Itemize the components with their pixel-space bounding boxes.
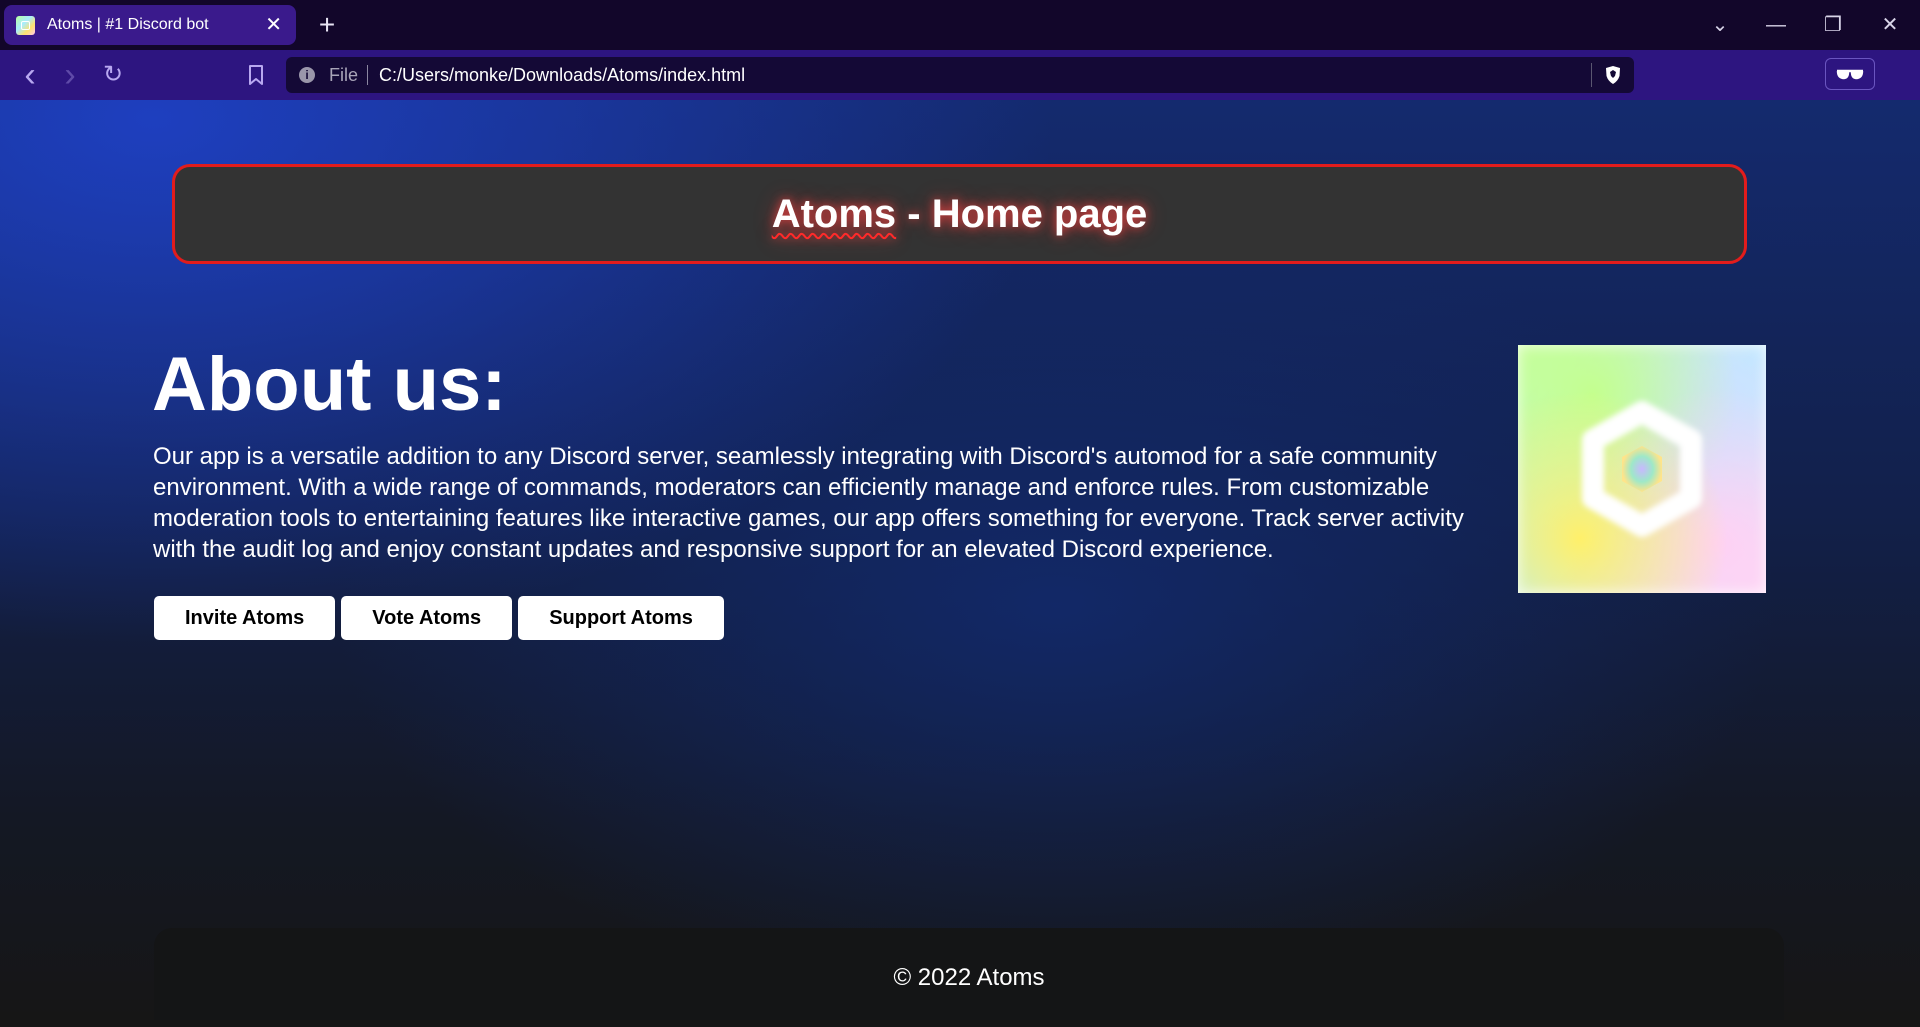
back-button[interactable]: ‹ — [15, 58, 45, 92]
brave-shield-icon[interactable] — [1604, 65, 1622, 85]
new-tab-button[interactable]: + — [314, 10, 340, 40]
restore-button[interactable]: ❐ — [1813, 10, 1853, 40]
action-buttons: Invite Atoms Vote Atoms Support Atoms — [154, 596, 724, 640]
close-window-button[interactable]: ✕ — [1870, 10, 1910, 40]
about-heading: About us: — [152, 342, 507, 427]
reload-button[interactable]: ↻ — [98, 60, 128, 90]
atoms-hexagon-logo-icon — [1582, 401, 1702, 537]
atoms-logo-image — [1518, 345, 1766, 593]
browser-tab-active[interactable]: Atoms | #1 Discord bot ✕ — [4, 5, 296, 45]
tab-close-icon[interactable]: ✕ — [265, 15, 282, 35]
site-info-icon[interactable]: i — [299, 67, 315, 83]
page-footer: © 2022 Atoms — [154, 928, 1784, 1020]
page-title-brand: Atoms — [771, 191, 897, 236]
about-description: Our app is a versatile addition to any D… — [153, 443, 1464, 563]
minimize-button[interactable]: — — [1756, 10, 1796, 40]
support-button[interactable]: Support Atoms — [518, 596, 724, 640]
invite-button[interactable]: Invite Atoms — [154, 596, 336, 640]
glasses-icon — [1836, 69, 1864, 80]
reader-mode-button[interactable] — [1825, 58, 1875, 90]
url-separator — [367, 65, 369, 85]
tab-title: Atoms | #1 Discord bot — [47, 16, 209, 33]
url-text[interactable]: C:/Users/monke/Downloads/Atoms/index.htm… — [379, 65, 1591, 86]
url-scheme-label: File — [329, 64, 359, 85]
vote-button[interactable]: Vote Atoms — [341, 596, 513, 640]
page-header: Atoms - Home page — [172, 164, 1747, 264]
footer-copyright: © 2022 Atoms — [893, 964, 1045, 991]
page-title: Atoms - Home page — [772, 192, 1148, 237]
forward-button[interactable]: › — [55, 58, 85, 92]
address-bar[interactable]: i File C:/Users/monke/Downloads/Atoms/in… — [286, 57, 1634, 93]
browser-tab-bar: Atoms | #1 Discord bot ✕ + ⌄ — ❐ ✕ — [0, 0, 1920, 50]
page-viewport: Atoms - Home page About us: Our app is a… — [0, 100, 1920, 1020]
atoms-favicon-icon — [16, 15, 35, 35]
tab-list-chevron-icon[interactable]: ⌄ — [1700, 10, 1740, 40]
bookmark-icon[interactable] — [241, 60, 271, 90]
page-title-rest: - Home page — [896, 191, 1148, 236]
shield-separator — [1591, 63, 1592, 87]
